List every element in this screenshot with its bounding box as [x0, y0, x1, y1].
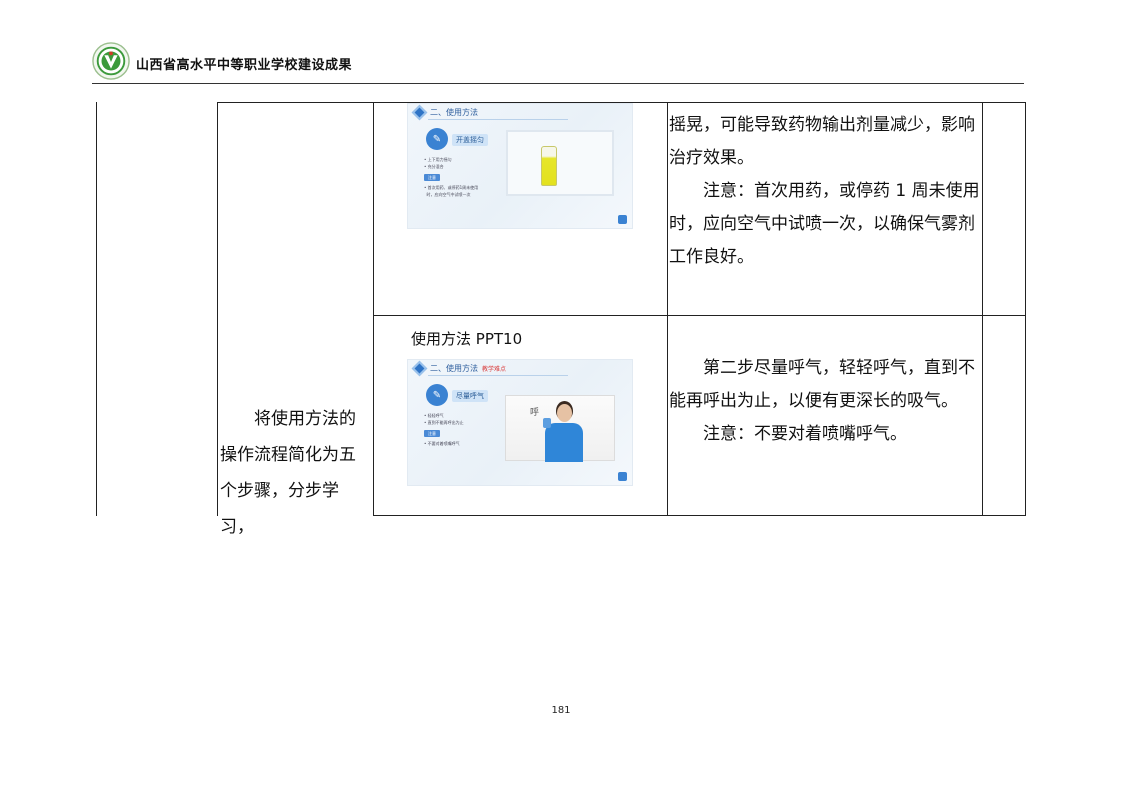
diamond-icon — [411, 104, 428, 121]
slide-note-line: 时，应向空气中试喷一次 — [426, 192, 471, 197]
slide-step-label: 开盖摇匀 — [452, 134, 488, 146]
next-page-icon — [618, 215, 627, 224]
photo-label: 呼 — [530, 408, 540, 418]
slide-note-label: 注意 — [424, 174, 440, 181]
slide-note-line: • 首次用药、或停药1周未使用 — [424, 185, 479, 190]
slide-tag: 教学难点 — [482, 366, 507, 373]
slide-bullets: • 上下用力摇匀 • 充分混合 — [424, 156, 452, 170]
page-header: 山西省高水平中等职业学校建设成果 — [92, 42, 1024, 84]
page-number: 181 — [551, 705, 571, 716]
row1-paragraph-2: 注意：首次用药，或停药 1 周未使用时，应向空气中试喷一次，以确保气雾剂工作良好… — [669, 181, 980, 267]
edit-icon: ✎ — [426, 128, 448, 150]
slide-exhale-step: 二、使用方法 教学难点 ✎ 尽量呼气 • 轻轻呼气 • 直到不能再呼出为止 注意 … — [407, 359, 633, 486]
inhaler-canister — [541, 146, 557, 186]
row1-paragraph-1: 摇晃，可能导致药物输出剂量减少，影响治疗效果。 — [669, 115, 975, 168]
row1-description: 摇晃，可能导致药物输出剂量减少，影响治疗效果。 注意：首次用药，或停药 1 周未… — [669, 109, 981, 274]
slide-note-label: 注意 — [424, 430, 440, 437]
next-page-icon — [618, 472, 627, 481]
inhaler-device — [543, 418, 551, 428]
slide-step-label: 尽量呼气 — [452, 390, 488, 402]
header-rule — [92, 83, 1024, 84]
slide-bullet: • 上下用力摇匀 — [424, 157, 452, 162]
slide-note-text: • 不要对着喷嘴呼气 — [424, 440, 460, 447]
person-head — [557, 404, 572, 422]
slide-bullet: • 轻轻呼气 — [424, 413, 444, 418]
slide-title-underline — [428, 119, 568, 120]
table-border-right — [1025, 102, 1026, 516]
slide-note-line: • 不要对着喷嘴呼气 — [424, 441, 460, 446]
table-divider-3 — [667, 102, 668, 516]
slide-title: 二、使用方法 — [430, 108, 478, 117]
table-row-divider — [373, 315, 1026, 316]
edit-icon: ✎ — [426, 384, 448, 406]
slide-note-text: • 首次用药、或停药1周未使用 时，应向空气中试喷一次 — [424, 184, 478, 198]
slide-header: 二、使用方法 教学难点 — [408, 360, 632, 378]
slide-caption: 使用方法 PPT10 — [411, 330, 523, 348]
slide-bullet: • 充分混合 — [424, 164, 444, 169]
table-divider-4 — [982, 102, 983, 516]
row2-paragraph-1: 第二步尽量呼气，轻轻呼气，直到不能再呼出为止，以便有更深长的吸气。 — [669, 358, 975, 411]
table-border-bottom — [373, 515, 1026, 516]
slide-header: 二、使用方法 — [408, 104, 632, 122]
table-border-left — [96, 102, 97, 516]
slide-bullet: • 直到不能再呼出为止 — [424, 420, 464, 425]
inhaler-image — [506, 130, 614, 196]
table-divider-2 — [373, 102, 374, 516]
row2-description: 第二步尽量呼气，轻轻呼气，直到不能再呼出为止，以便有更深长的吸气。 注意：不要对… — [669, 352, 981, 451]
row2-paragraph-2: 注意：不要对着喷嘴呼气。 — [703, 424, 907, 444]
diamond-icon — [411, 360, 428, 377]
slide-shake-step: 二、使用方法 ✎ 开盖摇匀 • 上下用力摇匀 • 充分混合 注意 • 首次用药、… — [407, 103, 633, 229]
slide-title: 二、使用方法 教学难点 — [430, 364, 507, 373]
person-body — [545, 423, 583, 462]
school-emblem-icon — [92, 42, 130, 80]
demonstration-photo: 呼 — [505, 395, 615, 462]
slide-bullets: • 轻轻呼气 • 直到不能再呼出为止 — [424, 412, 464, 426]
slide-title-underline — [428, 375, 568, 376]
page-header-title: 山西省高水平中等职业学校建设成果 — [136, 58, 353, 73]
table-divider-1 — [217, 102, 218, 516]
method-summary-text: 将使用方法的操作流程简化为五个步骤，分步学习， — [220, 409, 356, 537]
